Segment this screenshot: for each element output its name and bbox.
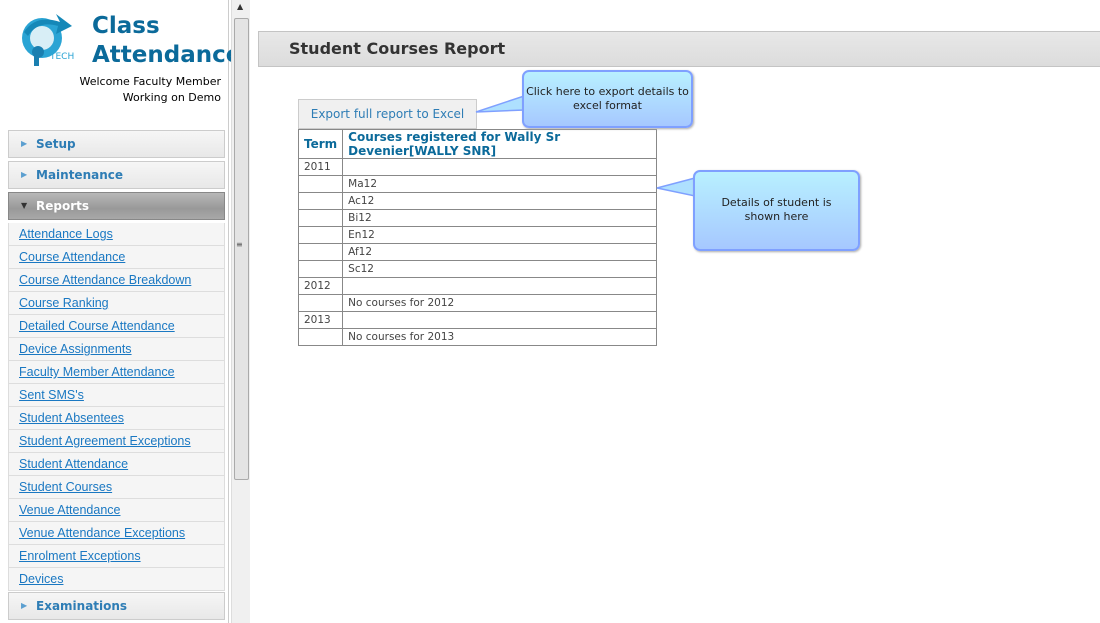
table-row: Af12 xyxy=(297,243,657,261)
term-cell: 2012 xyxy=(297,277,344,295)
menu-setup[interactable]: ▶ Setup xyxy=(8,130,225,158)
report-link[interactable]: Sent SMS's xyxy=(8,384,225,407)
course-cell: Sc12 xyxy=(342,260,657,278)
report-link[interactable]: Venue Attendance xyxy=(8,499,225,522)
term-cell: 2013 xyxy=(297,311,344,329)
table-row: En12 xyxy=(297,226,657,244)
course-cell: Af12 xyxy=(342,243,657,261)
sidebar: TECH Class Attendance Welcome Faculty Mem… xyxy=(0,0,241,623)
course-cell: Ma12 xyxy=(342,175,657,193)
report-link[interactable]: Venue Attendance Exceptions xyxy=(8,522,225,545)
report-link[interactable]: Student Courses xyxy=(8,476,225,499)
course-cell: No courses for 2012 xyxy=(342,294,657,312)
course-cell xyxy=(342,277,657,295)
svg-text:TECH: TECH xyxy=(49,52,74,62)
report-link[interactable]: Course Attendance xyxy=(8,246,225,269)
report-link[interactable]: Detailed Course Attendance xyxy=(8,315,225,338)
table-row: Sc12 xyxy=(297,260,657,278)
course-cell: Ac12 xyxy=(342,192,657,210)
term-cell: 2011 xyxy=(297,158,344,176)
term-cell xyxy=(297,328,344,346)
term-cell xyxy=(297,226,344,244)
table-row: Ma12 xyxy=(297,175,657,193)
course-cell xyxy=(342,311,657,329)
sidebar-scrollbar[interactable]: ▲ ≡ xyxy=(231,0,250,623)
student-courses-table: Term Courses registered for Wally Sr Deve… xyxy=(297,129,657,346)
report-link[interactable]: Course Ranking xyxy=(8,292,225,315)
scroll-up-icon[interactable]: ▲ xyxy=(237,2,243,11)
callout-pointer xyxy=(475,94,525,113)
iptech-logo: TECH xyxy=(22,14,74,66)
reports-links: Attendance Logs Course Attendance Course A… xyxy=(8,223,225,591)
grip-icon: ≡ xyxy=(236,240,243,249)
course-cell: Bi12 xyxy=(342,209,657,227)
table-row: 2013 xyxy=(297,311,657,329)
callout-details: Details of student is shown here xyxy=(693,170,860,251)
menu-reports[interactable]: ▼ Reports xyxy=(8,192,225,220)
report-link[interactable]: Faculty Member Attendance xyxy=(8,361,225,384)
chevron-down-icon: ▼ xyxy=(21,201,28,210)
export-excel-button[interactable]: Export full report to Excel xyxy=(298,99,477,129)
app-title: Class Attendance xyxy=(92,13,242,68)
table-row: 2011 xyxy=(297,158,657,176)
menu-maintenance[interactable]: ▶ Maintenance xyxy=(8,161,225,189)
course-cell: No courses for 2013 xyxy=(342,328,657,346)
report-link[interactable]: Student Absentees xyxy=(8,407,225,430)
header-courses: Courses registered for Wally Sr Devenier… xyxy=(342,129,657,159)
course-cell: En12 xyxy=(342,226,657,244)
page-title: Student Courses Report xyxy=(258,31,1100,67)
course-cell xyxy=(342,158,657,176)
term-cell xyxy=(297,243,344,261)
term-cell xyxy=(297,260,344,278)
table-row: Ac12 xyxy=(297,192,657,210)
term-cell xyxy=(297,175,344,193)
chevron-right-icon: ▶ xyxy=(21,601,28,610)
welcome-text: Welcome Faculty Member Working on Demo xyxy=(79,75,221,104)
callout-export: Click here to export details to excel fo… xyxy=(522,70,693,128)
report-link[interactable]: Devices xyxy=(8,568,225,591)
chevron-right-icon: ▶ xyxy=(21,139,28,148)
table-row: No courses for 2013 xyxy=(297,328,657,346)
term-cell xyxy=(297,294,344,312)
menu-examinations[interactable]: ▶ Examinations xyxy=(8,592,225,620)
term-cell xyxy=(297,209,344,227)
table-row: Bi12 xyxy=(297,209,657,227)
table-row: 2012 xyxy=(297,277,657,295)
report-link[interactable]: Attendance Logs xyxy=(8,223,225,246)
chevron-right-icon: ▶ xyxy=(21,170,28,179)
report-link[interactable]: Device Assignments xyxy=(8,338,225,361)
report-link[interactable]: Course Attendance Breakdown xyxy=(8,269,225,292)
report-link[interactable]: Student Agreement Exceptions xyxy=(8,430,225,453)
term-cell xyxy=(297,192,344,210)
scrollbar-thumb[interactable] xyxy=(234,18,249,480)
report-link[interactable]: Student Attendance xyxy=(8,453,225,476)
callout-pointer xyxy=(656,177,696,197)
header-term: Term xyxy=(297,129,344,159)
report-link[interactable]: Enrolment Exceptions xyxy=(8,545,225,568)
table-row: No courses for 2012 xyxy=(297,294,657,312)
